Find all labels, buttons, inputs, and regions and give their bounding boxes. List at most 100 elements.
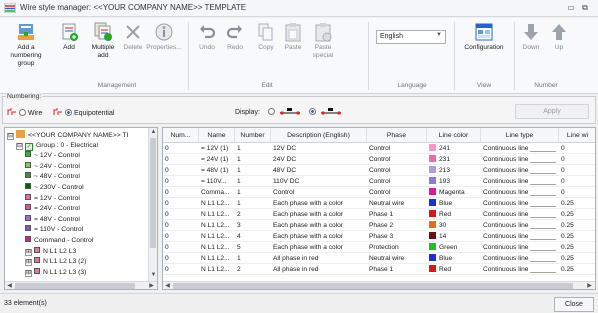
tree-item[interactable]: = 110V - Control [25,225,83,235]
expand-icon[interactable]: ⊞ [25,259,32,267]
tree-item[interactable]: ~ 230V - Control [25,183,84,193]
line-color-swatch [429,221,436,228]
undo-icon [200,25,216,39]
table-cell-width: 0.25 [559,199,595,209]
column-header[interactable]: Line wi [559,128,595,143]
tree-horizontal-scrollbar[interactable]: ◀ ▶ [5,281,157,289]
tree-item[interactable]: ~ 12V - Control [25,151,80,161]
table-row[interactable]: 0 Comma... 1 Control Control Magenta Continuou… [163,188,595,198]
table-row[interactable]: 0 = 12V (1) 1 12V DC Control 241 Continuous li… [163,144,595,154]
table-cell-num: 0 [163,177,199,187]
tree-item[interactable]: Command - Control [25,236,93,246]
delete-button[interactable]: Delete [120,22,146,52]
numbering-panel: Numbering: Wire Equipotential Display: A… [2,93,596,124]
redo-button[interactable]: Redo [222,22,248,52]
cell-text: Continuous line _______ [483,222,556,229]
collapse-icon[interactable]: ⊟ [7,133,14,140]
language-select[interactable]: English ▼ [376,30,446,44]
column-header[interactable]: Line type [481,128,559,143]
scroll-right-icon[interactable]: ▶ [585,282,594,289]
table-cell-width: 0.25 [559,265,595,275]
paste-icon [285,23,301,42]
expand-icon[interactable]: ⊞ [25,269,32,277]
expand-icon[interactable]: ⊞ [25,248,32,256]
wire-style-tree[interactable]: ⊟ <<YOUR COMPANY NAME>> TI ⊟ ✓ Group : 0 - E… [4,127,158,290]
add-numbering-group-button[interactable]: Add a numbering group [2,22,50,68]
wire-style-table[interactable]: Num... Name Number Description (English) Pha… [162,127,596,290]
table-row[interactable]: 0 = 110V... 1 110V DC Control 193 Continuous l… [163,177,595,187]
tree-item[interactable]: ~ 24V - Control [25,161,80,172]
cell-text: = 48V (1) [201,167,229,174]
table-row[interactable]: 0 N L1 L2... 5 Each phase with a color Prote… [163,243,595,253]
scroll-thumb[interactable] [150,138,156,248]
down-button[interactable]: Down [518,22,544,52]
scroll-left-icon[interactable]: ◀ [5,282,14,289]
undo-button[interactable]: Undo [194,22,220,52]
copy-button[interactable]: Copy [254,22,278,52]
checkbox-checked-icon[interactable]: ✓ [25,142,33,151]
equipotential-radio[interactable]: Equipotential [53,107,114,117]
cell-text: 0.25 [561,244,574,251]
display-equipotential-radio[interactable] [308,108,316,115]
table-row[interactable]: 0 N L1 L2... 1 All phase in red Neutral wire… [163,254,595,264]
equipotential-display-icon [320,108,341,115]
tree-item[interactable]: ⊞ N L1 L2 L3 (3) [25,267,86,278]
tree-item[interactable]: = 48V - Control [25,214,80,225]
tree-item[interactable]: = 24V - Control [25,204,80,214]
close-button[interactable]: Close [554,297,594,312]
color-swatch [34,246,40,253]
configuration-button[interactable]: Configuration [458,22,510,52]
cell-text: = 110V... [201,178,227,185]
wire-manager-app-icon [4,3,16,13]
table-row[interactable]: 0 N L1 L2... 2 Each phase with a color Phase… [163,210,595,220]
cell-text: Phase 1 [369,211,394,218]
up-button[interactable]: Up [546,22,572,52]
scroll-thumb[interactable] [15,283,135,289]
column-header[interactable]: Description (English) [271,128,367,143]
column-header[interactable]: Number [235,128,271,143]
table-cell-number: 3 [235,221,271,231]
tree-item[interactable]: = 12V - Control [25,193,80,204]
down-label: Down [522,44,540,51]
tree-item-label: <<YOUR COMPANY NAME>> TI [28,132,129,139]
wire-radio[interactable]: Wire [7,107,42,117]
cell-text: 0.25 [561,266,574,273]
column-header[interactable]: Line color [427,128,481,143]
column-header[interactable]: Num... [163,128,199,143]
ribbon-separator [454,22,455,90]
tree-vertical-scrollbar[interactable]: ▲ ▼ [148,128,157,281]
column-header[interactable]: Name [199,128,235,143]
properties-button[interactable]: Properties... [146,22,182,52]
tree-item[interactable]: ⊟ <<YOUR COMPANY NAME>> TI [7,130,128,140]
multiple-add-button[interactable]: Multiple add [88,22,118,60]
tree-item[interactable]: ⊟ ✓ Group : 0 - Electrical [16,141,98,151]
scroll-up-icon[interactable]: ▲ [149,128,157,137]
table-row[interactable]: 0 = 48V (1) 1 48V DC Control 213 Continuous li… [163,166,595,176]
tree-item[interactable]: ⊞ N L1 L2 L3 [25,246,76,257]
table-row[interactable]: 0 = 24V (1) 1 24V DC Control 231 Continuous li… [163,155,595,165]
column-header[interactable]: Phase [367,128,427,143]
table-row[interactable]: 0 N L1 L2... 4 Each phase with a color Phase… [163,232,595,242]
edit-group-label: Edit [261,82,273,89]
scroll-right-icon[interactable]: ▶ [147,282,156,289]
color-swatch [25,183,31,189]
scroll-left-icon[interactable]: ◀ [163,282,172,289]
minimize-button[interactable]: ▭ [566,3,576,13]
restore-button[interactable]: ⧉ [580,3,590,13]
apply-button[interactable]: Apply [515,104,589,119]
collapse-icon[interactable]: ⊟ [16,142,23,150]
paste-label: Paste [284,44,302,51]
scroll-down-icon[interactable]: ▼ [149,271,157,280]
paste-special-button[interactable]: Paste special [308,22,338,60]
table-cell-number: 2 [235,265,271,275]
table-horizontal-scrollbar[interactable]: ◀ ▶ [163,281,595,289]
tree-item[interactable]: ~ 48V - Control [25,172,80,182]
table-row[interactable]: 0 N L1 L2... 1 Each phase with a color Neutr… [163,199,595,209]
scroll-thumb[interactable] [173,283,573,289]
display-wire-radio[interactable] [267,108,275,115]
add-button[interactable]: Add [56,22,82,52]
table-row[interactable]: 0 N L1 L2... 2 All phase in red Phase 1 Red Co… [163,265,595,275]
tree-item[interactable]: ⊞ N L1 L2 L3 (2) [25,257,86,267]
paste-button[interactable]: Paste [280,22,306,52]
table-row[interactable]: 0 N L1 L2... 3 Each phase with a color Phase… [163,221,595,231]
